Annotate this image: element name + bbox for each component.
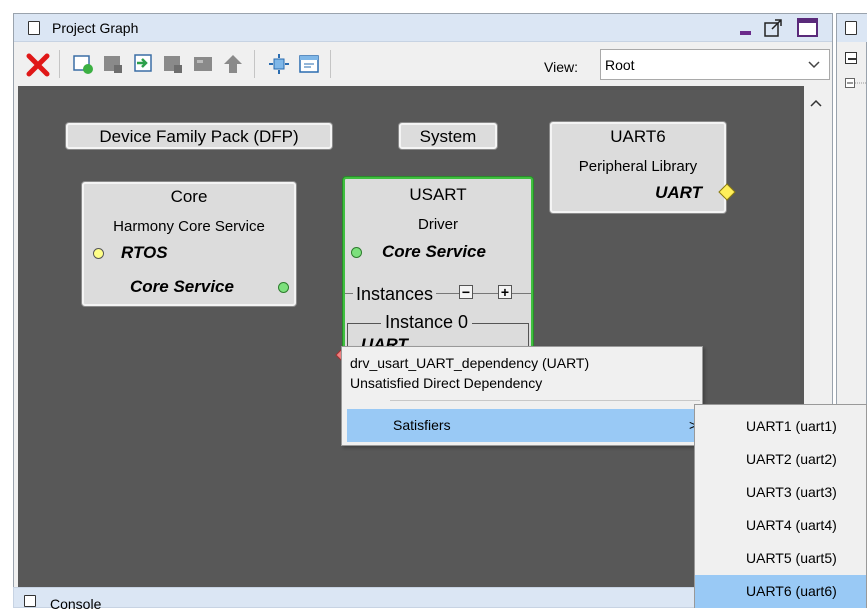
rtos-port-label: RTOS	[121, 243, 168, 262]
group-icon[interactable]	[102, 53, 124, 75]
instance-remove-button[interactable]: −	[459, 285, 473, 299]
delete-icon[interactable]	[26, 53, 50, 77]
satisfiers-label: Satisfiers	[393, 417, 451, 433]
usart-core-service-label: Core Service	[382, 242, 486, 261]
title-bar[interactable]: Project Graph	[14, 14, 832, 42]
dfp-node[interactable]: Device Family Pack (DFP)	[66, 123, 332, 149]
import-icon[interactable]	[132, 53, 154, 75]
tree-collapse-icon[interactable]	[845, 78, 867, 93]
console-title: Console	[50, 596, 102, 612]
add-component-icon[interactable]	[72, 53, 94, 75]
window-layout-icon[interactable]	[298, 53, 320, 75]
up-icon[interactable]	[222, 53, 244, 75]
uart6-port-label: UART	[655, 183, 702, 202]
instances-label: Instances	[353, 284, 437, 305]
dependency-name: drv_usart_UART_dependency (UART)	[350, 355, 590, 371]
collapse-icon[interactable]	[845, 52, 857, 64]
toolbar-separator	[59, 50, 60, 78]
usart-title: USART	[409, 185, 467, 204]
system-label: System	[419, 127, 477, 146]
window-icon	[28, 21, 40, 35]
core-node[interactable]: Core Harmony Core Service RTOS Core Serv…	[82, 182, 296, 306]
graph-canvas[interactable]: Device Family Pack (DFP) System UART6 Pe…	[18, 86, 804, 589]
dependency-context-menu: drv_usart_UART_dependency (UART) Unsatis…	[341, 346, 703, 446]
window-title: Project Graph	[52, 20, 139, 36]
maximize-icon[interactable]	[797, 18, 819, 38]
submenu-item-uart1[interactable]: UART1 (uart1)	[695, 410, 866, 443]
ungroup-icon[interactable]	[162, 53, 184, 75]
right-panel-window-icon	[845, 21, 857, 35]
satisfiers-submenu: UART1 (uart1) UART2 (uart2) UART3 (uart3…	[694, 404, 867, 608]
scroll-up-icon[interactable]	[810, 96, 822, 111]
export-icon[interactable]	[192, 53, 214, 75]
instance0-label: Instance 0	[381, 312, 473, 333]
satisfiers-menu-item[interactable]: Satisfiers >	[347, 409, 702, 442]
uart6-title: UART6	[610, 127, 666, 146]
rtos-port-icon[interactable]	[93, 248, 104, 259]
usart-subtitle: Driver	[418, 216, 458, 233]
uart6-port-diamond-icon[interactable]	[717, 182, 737, 202]
uart6-subtitle: Peripheral Library	[578, 158, 698, 175]
instance-add-button[interactable]: +	[498, 285, 512, 299]
chevron-down-icon	[807, 57, 821, 74]
submenu-item-uart4[interactable]: UART4 (uart4)	[695, 509, 866, 542]
fit-icon[interactable]	[268, 53, 290, 75]
view-select-value: Root	[605, 57, 635, 73]
menu-divider	[390, 400, 700, 401]
console-window-icon	[24, 595, 36, 607]
submenu-item-uart6[interactable]: UART6 (uart6)	[695, 575, 866, 608]
popout-icon[interactable]	[764, 18, 784, 38]
dependency-status: Unsatisfied Direct Dependency	[350, 375, 543, 391]
usart-node[interactable]: USART Driver Core Service Instances − + …	[343, 177, 533, 354]
console-panel[interactable]: Console	[13, 587, 713, 612]
toolbar-separator	[330, 50, 331, 78]
system-node[interactable]: System	[399, 123, 497, 149]
submenu-item-uart5[interactable]: UART5 (uart5)	[695, 542, 866, 575]
core-service-port-icon[interactable]	[278, 282, 289, 293]
toolbar: View: Root	[14, 42, 832, 86]
uart6-node[interactable]: UART6 Peripheral Library UART	[550, 122, 726, 213]
toolbar-separator	[254, 50, 255, 78]
core-service-port-label: Core Service	[130, 277, 234, 296]
minimize-icon[interactable]	[738, 20, 754, 36]
submenu-item-uart3[interactable]: UART3 (uart3)	[695, 476, 866, 509]
submenu-item-uart2[interactable]: UART2 (uart2)	[695, 443, 866, 476]
usart-core-service-port-icon[interactable]	[351, 247, 362, 258]
dfp-label: Device Family Pack (DFP)	[99, 127, 299, 146]
view-select[interactable]: Root	[600, 49, 830, 80]
core-subtitle: Harmony Core Service	[113, 218, 265, 235]
view-label: View:	[544, 59, 578, 75]
core-title: Core	[170, 187, 208, 206]
